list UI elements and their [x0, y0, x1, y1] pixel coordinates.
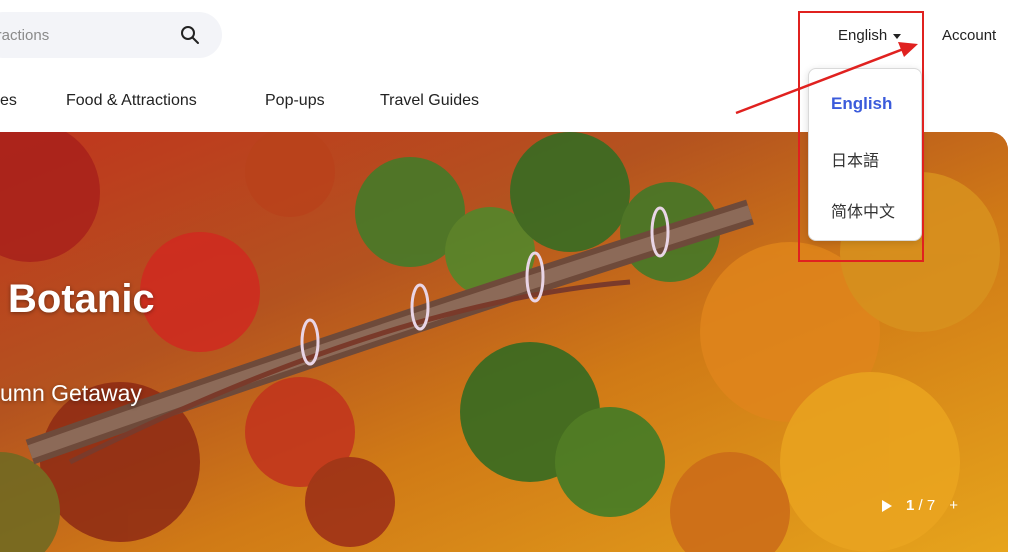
- hero-subtitle: umn Getaway: [0, 380, 142, 406]
- play-icon[interactable]: [882, 499, 892, 512]
- plus-icon[interactable]: +: [949, 497, 958, 514]
- hero-title: Botanic: [8, 277, 155, 321]
- search-bar[interactable]: [0, 12, 222, 58]
- language-option-japanese[interactable]: 日本語: [831, 147, 879, 171]
- language-option-chinese[interactable]: 简体中文: [831, 198, 895, 222]
- page-separator: /: [918, 497, 923, 514]
- search-input[interactable]: [0, 25, 162, 45]
- page-current: 1: [906, 497, 915, 514]
- caret-down-icon: [893, 33, 902, 39]
- language-option-english[interactable]: English: [831, 94, 892, 114]
- language-label: English: [838, 27, 888, 44]
- nav-item-food-attractions[interactable]: Food & Attractions: [66, 92, 197, 110]
- carousel-controls: 1 / 7 +: [882, 497, 958, 514]
- account-link[interactable]: Account: [942, 27, 996, 44]
- nav-item-partial[interactable]: es: [0, 92, 17, 110]
- carousel-page-indicator: 1 / 7: [906, 497, 935, 514]
- search-icon[interactable]: [180, 25, 200, 45]
- nav-item-travel-guides[interactable]: Travel Guides: [380, 92, 479, 110]
- language-selector[interactable]: English: [838, 27, 902, 44]
- language-dropdown: English 日本語 简体中文: [808, 68, 922, 241]
- nav-item-popups[interactable]: Pop-ups: [265, 92, 325, 110]
- page-total: 7: [926, 497, 936, 514]
